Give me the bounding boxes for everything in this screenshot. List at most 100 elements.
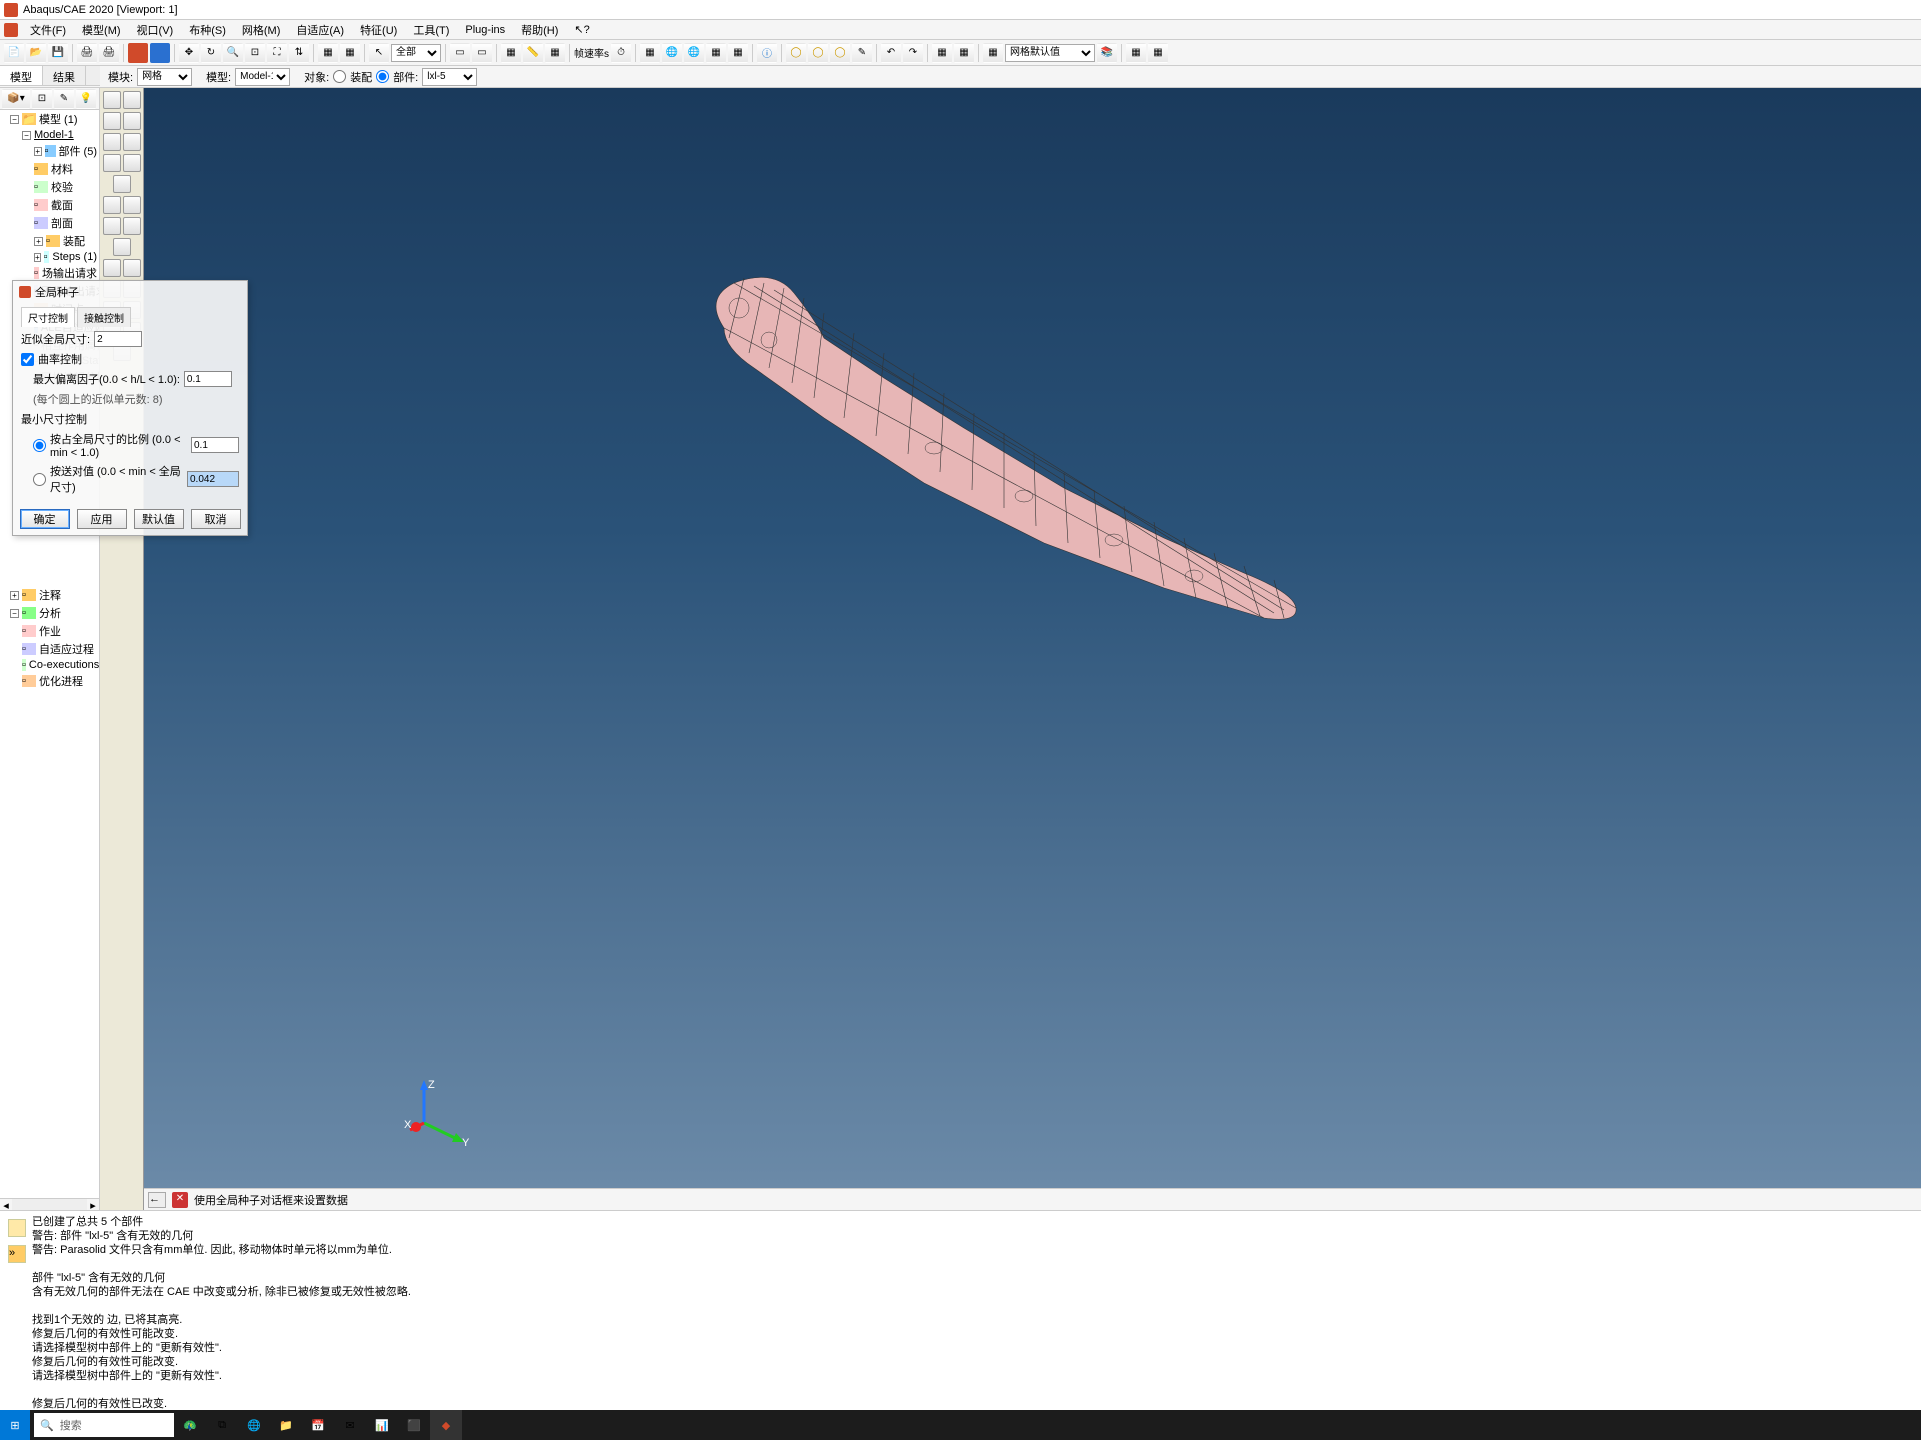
print-icon[interactable]: 🖨 — [77, 43, 97, 63]
print2-icon[interactable]: 🖨 — [99, 43, 119, 63]
object-part-radio[interactable] — [376, 70, 389, 83]
views1-icon[interactable]: ▦ — [932, 43, 952, 63]
menu-file[interactable]: 文件(F) — [22, 20, 74, 40]
dialog-apply-button[interactable]: 应用 — [77, 509, 127, 529]
tool-assign-controls-icon[interactable] — [103, 133, 121, 151]
app-menu-icon[interactable] — [4, 23, 18, 37]
menu-feature[interactable]: 特征(U) — [352, 20, 405, 40]
dialog-tab-size[interactable]: 尺寸控制 — [21, 307, 75, 327]
tree-tip-icon[interactable]: 💡 — [76, 89, 96, 109]
dialog-cancel-button[interactable]: 取消 — [191, 509, 241, 529]
tree-sections[interactable]: 截面 — [51, 197, 73, 213]
selgroup2-icon[interactable]: ▭ — [472, 43, 492, 63]
redo-icon[interactable]: ↷ — [903, 43, 923, 63]
link3-icon[interactable]: ◯ — [830, 43, 850, 63]
max-deviation-input[interactable] — [184, 371, 232, 387]
start-button[interactable]: ⊞ — [0, 1410, 30, 1440]
min-size-absolute-input[interactable] — [187, 471, 239, 487]
taskbar-ppt-icon[interactable]: 📊 — [366, 1410, 398, 1440]
menu-tools[interactable]: 工具(T) — [405, 20, 457, 40]
part-combo[interactable]: lxl-5 — [422, 68, 477, 86]
tree-jobs[interactable]: 作业 — [39, 623, 61, 639]
zoom-icon[interactable]: 🔍 — [223, 43, 243, 63]
tree-root[interactable]: 模型 (1) — [39, 111, 78, 127]
zoom-window-icon[interactable]: ⊡ — [245, 43, 265, 63]
min-size-absolute-radio[interactable] — [33, 473, 46, 486]
tree-collapse-icon[interactable]: ✎ — [54, 89, 74, 109]
tree-filter-icon[interactable]: 📦▾ — [2, 89, 30, 109]
tree-coexec[interactable]: Co-executions — [29, 659, 99, 671]
model-tree[interactable]: −📁模型 (1) −Model-1 +▫部件 (5) ▫材料 ▫校验 ▫截面 ▫… — [0, 110, 99, 1198]
dialog-defaults-button[interactable]: 默认值 — [134, 509, 184, 529]
prompt-cancel-icon[interactable]: ✕ — [172, 1192, 188, 1208]
info-icon[interactable]: ⓘ — [757, 43, 777, 63]
model-combo[interactable]: Model-1 — [235, 68, 290, 86]
tool-assign-stack-icon[interactable] — [103, 154, 121, 172]
views2-icon[interactable]: ▦ — [954, 43, 974, 63]
min-size-fraction-input[interactable] — [191, 437, 239, 453]
tree-profiles[interactable]: 剖面 — [51, 215, 73, 231]
annotate-icon[interactable]: ✎ — [852, 43, 872, 63]
tree-calibrations[interactable]: 校验 — [51, 179, 73, 195]
layout2-icon[interactable]: ▦ — [1148, 43, 1168, 63]
menu-help[interactable]: 帮助(H) — [513, 20, 566, 40]
menu-adaptive[interactable]: 自适应(A) — [288, 20, 352, 40]
dialog-ok-button[interactable]: 确定 — [20, 509, 70, 529]
display-icon[interactable]: ▦ — [501, 43, 521, 63]
book-icon[interactable]: 📚 — [1097, 43, 1117, 63]
fit-icon[interactable]: ⛶ — [267, 43, 287, 63]
message-text[interactable]: 已创建了总共 5 个部件 警告: 部件 "lxl-5" 含有无效的几何 警告: … — [32, 1215, 1913, 1406]
dialog-tab-contact[interactable]: 接触控制 — [77, 307, 131, 327]
taskbar-mail-icon[interactable]: ✉ — [334, 1410, 366, 1440]
render1-icon[interactable]: ▦ — [640, 43, 660, 63]
tool-query-icon[interactable] — [123, 259, 141, 277]
render4-icon[interactable]: ▦ — [706, 43, 726, 63]
save-icon[interactable]: 💾 — [48, 43, 68, 63]
tool-seed-part-icon[interactable] — [103, 91, 121, 109]
layout1-icon[interactable]: ▦ — [1126, 43, 1146, 63]
tool-verify-icon[interactable] — [113, 175, 131, 193]
menu-plugins[interactable]: Plug-ins — [457, 22, 513, 38]
curvature-checkbox[interactable] — [21, 353, 34, 366]
tool-seed-edge-icon[interactable] — [123, 91, 141, 109]
min-size-fraction-radio[interactable] — [33, 439, 46, 452]
tool-create-node-icon[interactable] — [113, 238, 131, 256]
tool-element-type-icon[interactable] — [123, 133, 141, 151]
perspective1-icon[interactable]: ▦ — [318, 43, 338, 63]
taskbar-taskview-icon[interactable]: ⧉ — [206, 1410, 238, 1440]
object-assembly-radio[interactable] — [333, 70, 346, 83]
color1-icon[interactable] — [128, 43, 148, 63]
open-icon[interactable]: 📂 — [26, 43, 46, 63]
perspective2-icon[interactable]: ▦ — [340, 43, 360, 63]
menu-viewport[interactable]: 视口(V) — [129, 20, 182, 40]
taskbar-calendar-icon[interactable]: 📅 — [302, 1410, 334, 1440]
global-size-input[interactable] — [94, 331, 142, 347]
tool-edit-mesh-icon[interactable] — [103, 217, 121, 235]
render5-icon[interactable]: ▦ — [728, 43, 748, 63]
render3-icon[interactable]: 🌐 — [684, 43, 704, 63]
tool-mesh-region-icon[interactable] — [123, 112, 141, 130]
query-icon[interactable]: ▦ — [545, 43, 565, 63]
tree-expand-icon[interactable]: ⊡ — [32, 89, 52, 109]
select-icon[interactable]: ↖ — [369, 43, 389, 63]
tree-materials[interactable]: 材料 — [51, 161, 73, 177]
taskbar-cmd-icon[interactable]: ⬛ — [398, 1410, 430, 1440]
tree-analysis[interactable]: 分析 — [39, 605, 61, 621]
tree-model1[interactable]: Model-1 — [34, 129, 74, 141]
context-help-icon[interactable]: ↖? — [566, 21, 597, 38]
tree-annotations[interactable]: 注释 — [39, 587, 61, 603]
measure-icon[interactable]: 📏 — [523, 43, 543, 63]
color2-icon[interactable] — [150, 43, 170, 63]
tab-model[interactable]: 模型 — [0, 66, 43, 85]
menu-model[interactable]: 模型(M) — [74, 20, 129, 40]
cycle-icon[interactable]: ⇅ — [289, 43, 309, 63]
menu-seed[interactable]: 布种(S) — [181, 20, 234, 40]
viewport[interactable]: Z Y X — [144, 88, 1921, 1188]
tool-delete-mesh-icon[interactable] — [123, 217, 141, 235]
render2-icon[interactable]: 🌐 — [662, 43, 682, 63]
tree-scroll-right[interactable]: ▸ — [87, 1199, 99, 1210]
tree-field-output[interactable]: 场输出请求 — [42, 265, 97, 281]
undo-icon[interactable]: ↶ — [881, 43, 901, 63]
tree-parts[interactable]: 部件 (5) — [59, 143, 98, 159]
views3-icon[interactable]: ▦ — [983, 43, 1003, 63]
